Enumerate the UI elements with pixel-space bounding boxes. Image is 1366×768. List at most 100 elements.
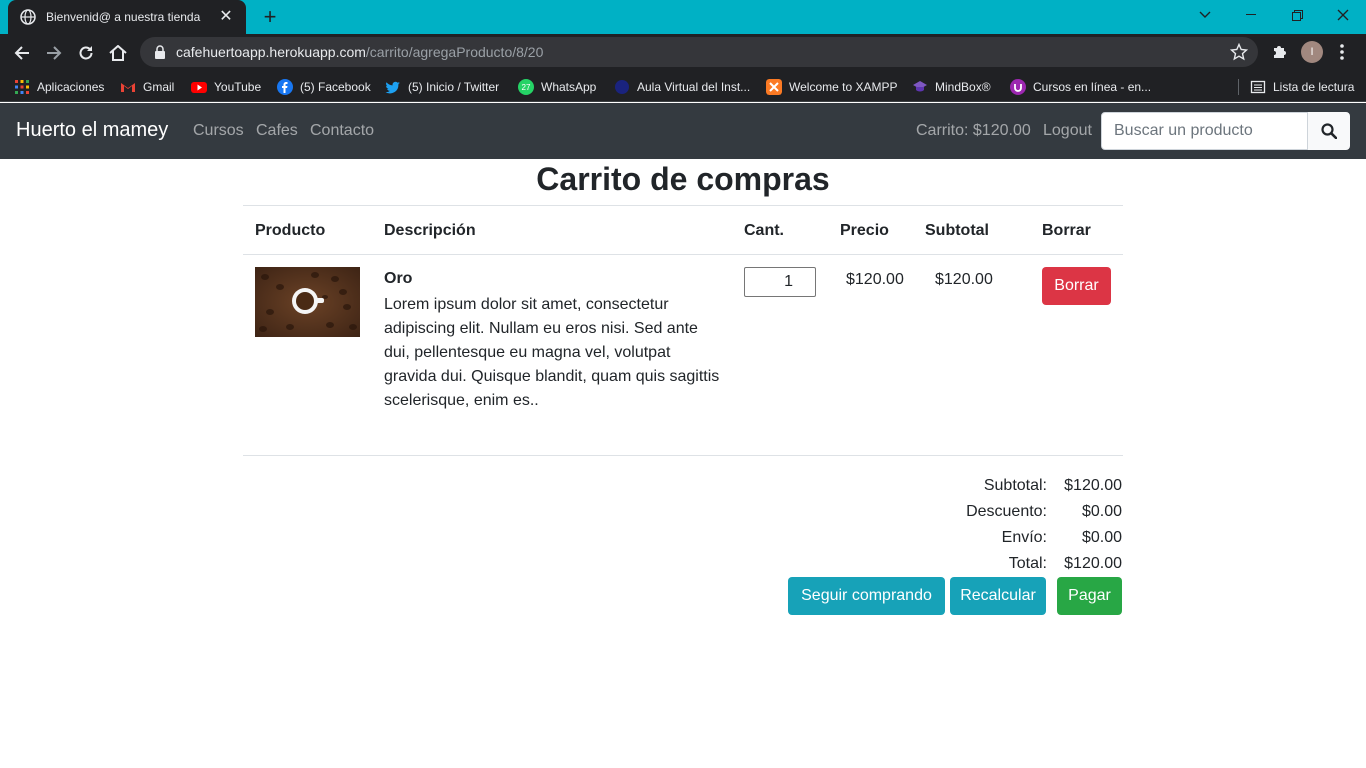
product-image: [255, 267, 360, 337]
brand-link[interactable]: Huerto el mamey: [16, 119, 168, 142]
bookmark-label: Cursos en línea - en...: [1033, 80, 1152, 94]
bookmark-label: Welcome to XAMPP: [789, 80, 898, 94]
product-subtotal: $120.00: [935, 271, 993, 288]
bookmark-separator: [1238, 79, 1239, 95]
summary-subtotal-value: $120.00: [1064, 477, 1122, 494]
tab-search-button[interactable]: [1182, 0, 1228, 30]
bookmark-label: (5) Facebook: [300, 80, 371, 94]
mindbox-icon: [913, 81, 927, 92]
gmail-icon: [121, 83, 135, 92]
bookmark-mindbox[interactable]: MindBox®: [912, 78, 991, 96]
product-description: Lorem ipsum dolor sit amet, consectetur …: [384, 296, 720, 409]
table-bottom-border: [243, 455, 1123, 456]
cursos-icon: [1010, 79, 1026, 95]
summary-shipping-value: $0.00: [1081, 529, 1122, 546]
kebab-menu-icon[interactable]: [1336, 42, 1348, 62]
reading-list-label: Lista de lectura: [1273, 80, 1355, 94]
summary-discount-label: Descuento:: [966, 503, 1047, 520]
page-title: Carrito de compras: [536, 161, 830, 197]
logout-link[interactable]: Logout: [1043, 122, 1092, 140]
puzzle-icon[interactable]: [1270, 42, 1290, 62]
summary-total-label: Total:: [1008, 555, 1047, 572]
facebook-icon: [277, 79, 293, 95]
nav-link-contacto[interactable]: Contacto: [310, 122, 374, 140]
bookmark-label: Aplicaciones: [37, 80, 105, 94]
summary-discount-value: $0.00: [1081, 503, 1122, 520]
browser-toolbar: cafehuertoapp.herokuapp.com/carrito/agre…: [0, 34, 1366, 72]
nav-link-cursos[interactable]: Cursos: [193, 122, 244, 140]
forward-button[interactable]: [42, 41, 66, 65]
bookmark-label: Gmail: [143, 80, 175, 94]
profile-avatar[interactable]: I: [1301, 41, 1323, 63]
bookmark-gmail[interactable]: Gmail: [120, 78, 174, 96]
recalculate-button[interactable]: Recalcular: [950, 577, 1046, 615]
reading-list-icon: [1250, 80, 1266, 94]
bookmark-aplicaciones[interactable]: Aplicaciones: [14, 78, 104, 96]
header-borrar: Borrar: [1042, 222, 1091, 239]
product-price: $120.00: [846, 271, 904, 288]
header-precio: Precio: [840, 222, 889, 239]
bookmark-twitter[interactable]: (5) Inicio / Twitter: [385, 78, 499, 96]
nav-link-cafes[interactable]: Cafes: [256, 122, 298, 140]
header-cantidad: Cant.: [744, 222, 784, 239]
summary-shipping-label: Envío:: [1001, 529, 1047, 546]
bookmark-label: (5) Inicio / Twitter: [408, 80, 500, 94]
bookmark-label: Aula Virtual del Inst...: [637, 80, 751, 94]
bookmark-cursos[interactable]: Cursos en línea - en...: [1010, 78, 1151, 96]
globe-icon: [20, 9, 36, 25]
close-icon[interactable]: ✕: [218, 9, 234, 25]
reading-list[interactable]: Lista de lectura: [1250, 78, 1354, 96]
arrow-right-icon: [47, 46, 62, 60]
header-producto: Producto: [255, 222, 326, 239]
bookmark-whatsapp[interactable]: 27 WhatsApp: [518, 78, 596, 96]
continue-shopping-button[interactable]: Seguir comprando: [788, 577, 945, 615]
table-top-border: [243, 205, 1123, 206]
summary-total-value: $120.00: [1064, 555, 1122, 572]
close-window-button[interactable]: [1320, 0, 1366, 30]
reload-button[interactable]: [74, 41, 98, 65]
address-bar[interactable]: cafehuertoapp.herokuapp.com/carrito/agre…: [140, 37, 1258, 67]
bookmark-xampp[interactable]: Welcome to XAMPP: [766, 78, 897, 96]
search-button[interactable]: [1308, 112, 1350, 150]
search-icon: [1321, 123, 1337, 139]
quantity-input[interactable]: [744, 267, 816, 297]
home-button[interactable]: [106, 41, 130, 65]
product-name: Oro: [384, 270, 413, 287]
pay-button[interactable]: Pagar: [1057, 577, 1122, 615]
bookmark-youtube[interactable]: YouTube: [191, 78, 261, 96]
star-icon[interactable]: [1230, 43, 1248, 61]
bookmark-label: YouTube: [214, 80, 262, 94]
bookmark-label: WhatsApp: [541, 80, 597, 94]
restore-button[interactable]: [1274, 0, 1320, 30]
back-button[interactable]: [10, 41, 34, 65]
xampp-icon: [766, 79, 782, 95]
bookmark-aula-virtual[interactable]: Aula Virtual del Inst...: [614, 78, 750, 96]
aula-icon: [615, 80, 629, 94]
whatsapp-badge: 27: [522, 83, 531, 92]
whatsapp-icon: 27: [518, 79, 534, 95]
cart-link[interactable]: Carrito: $120.00: [916, 122, 1031, 140]
bookmarks-bar: Aplicaciones Gmail YouTube (5) Facebook …: [0, 72, 1366, 102]
url-path: /carrito/agregaProducto/8/20: [365, 44, 544, 60]
browser-tabstrip: Bienvenid@ a nuestra tienda ✕ +: [0, 0, 1366, 34]
summary-subtotal-label: Subtotal:: [983, 477, 1047, 494]
chevron-down-icon: [1199, 11, 1211, 18]
browser-tab[interactable]: Bienvenid@ a nuestra tienda ✕: [8, 0, 246, 34]
new-tab-button[interactable]: +: [258, 5, 282, 29]
reload-icon: [79, 46, 93, 60]
youtube-icon: [191, 82, 207, 93]
home-icon: [109, 45, 127, 61]
restore-icon: [1291, 9, 1303, 21]
site-navbar: Huerto el mamey Cursos Cafes Contacto Ca…: [0, 103, 1366, 159]
page-root: Bienvenid@ a nuestra tienda ✕ + cafehuer…: [0, 0, 1366, 768]
twitter-icon: [385, 81, 400, 94]
bookmark-label: MindBox®: [935, 80, 991, 94]
delete-button[interactable]: Borrar: [1042, 267, 1111, 305]
tab-title: Bienvenid@ a nuestra tienda: [46, 10, 201, 24]
bookmark-facebook[interactable]: (5) Facebook: [277, 78, 371, 96]
minimize-icon: [1246, 14, 1256, 15]
header-subtotal: Subtotal: [925, 222, 989, 239]
minimize-button[interactable]: [1228, 0, 1274, 30]
lock-icon: [155, 45, 165, 59]
search-input[interactable]: [1101, 112, 1308, 150]
